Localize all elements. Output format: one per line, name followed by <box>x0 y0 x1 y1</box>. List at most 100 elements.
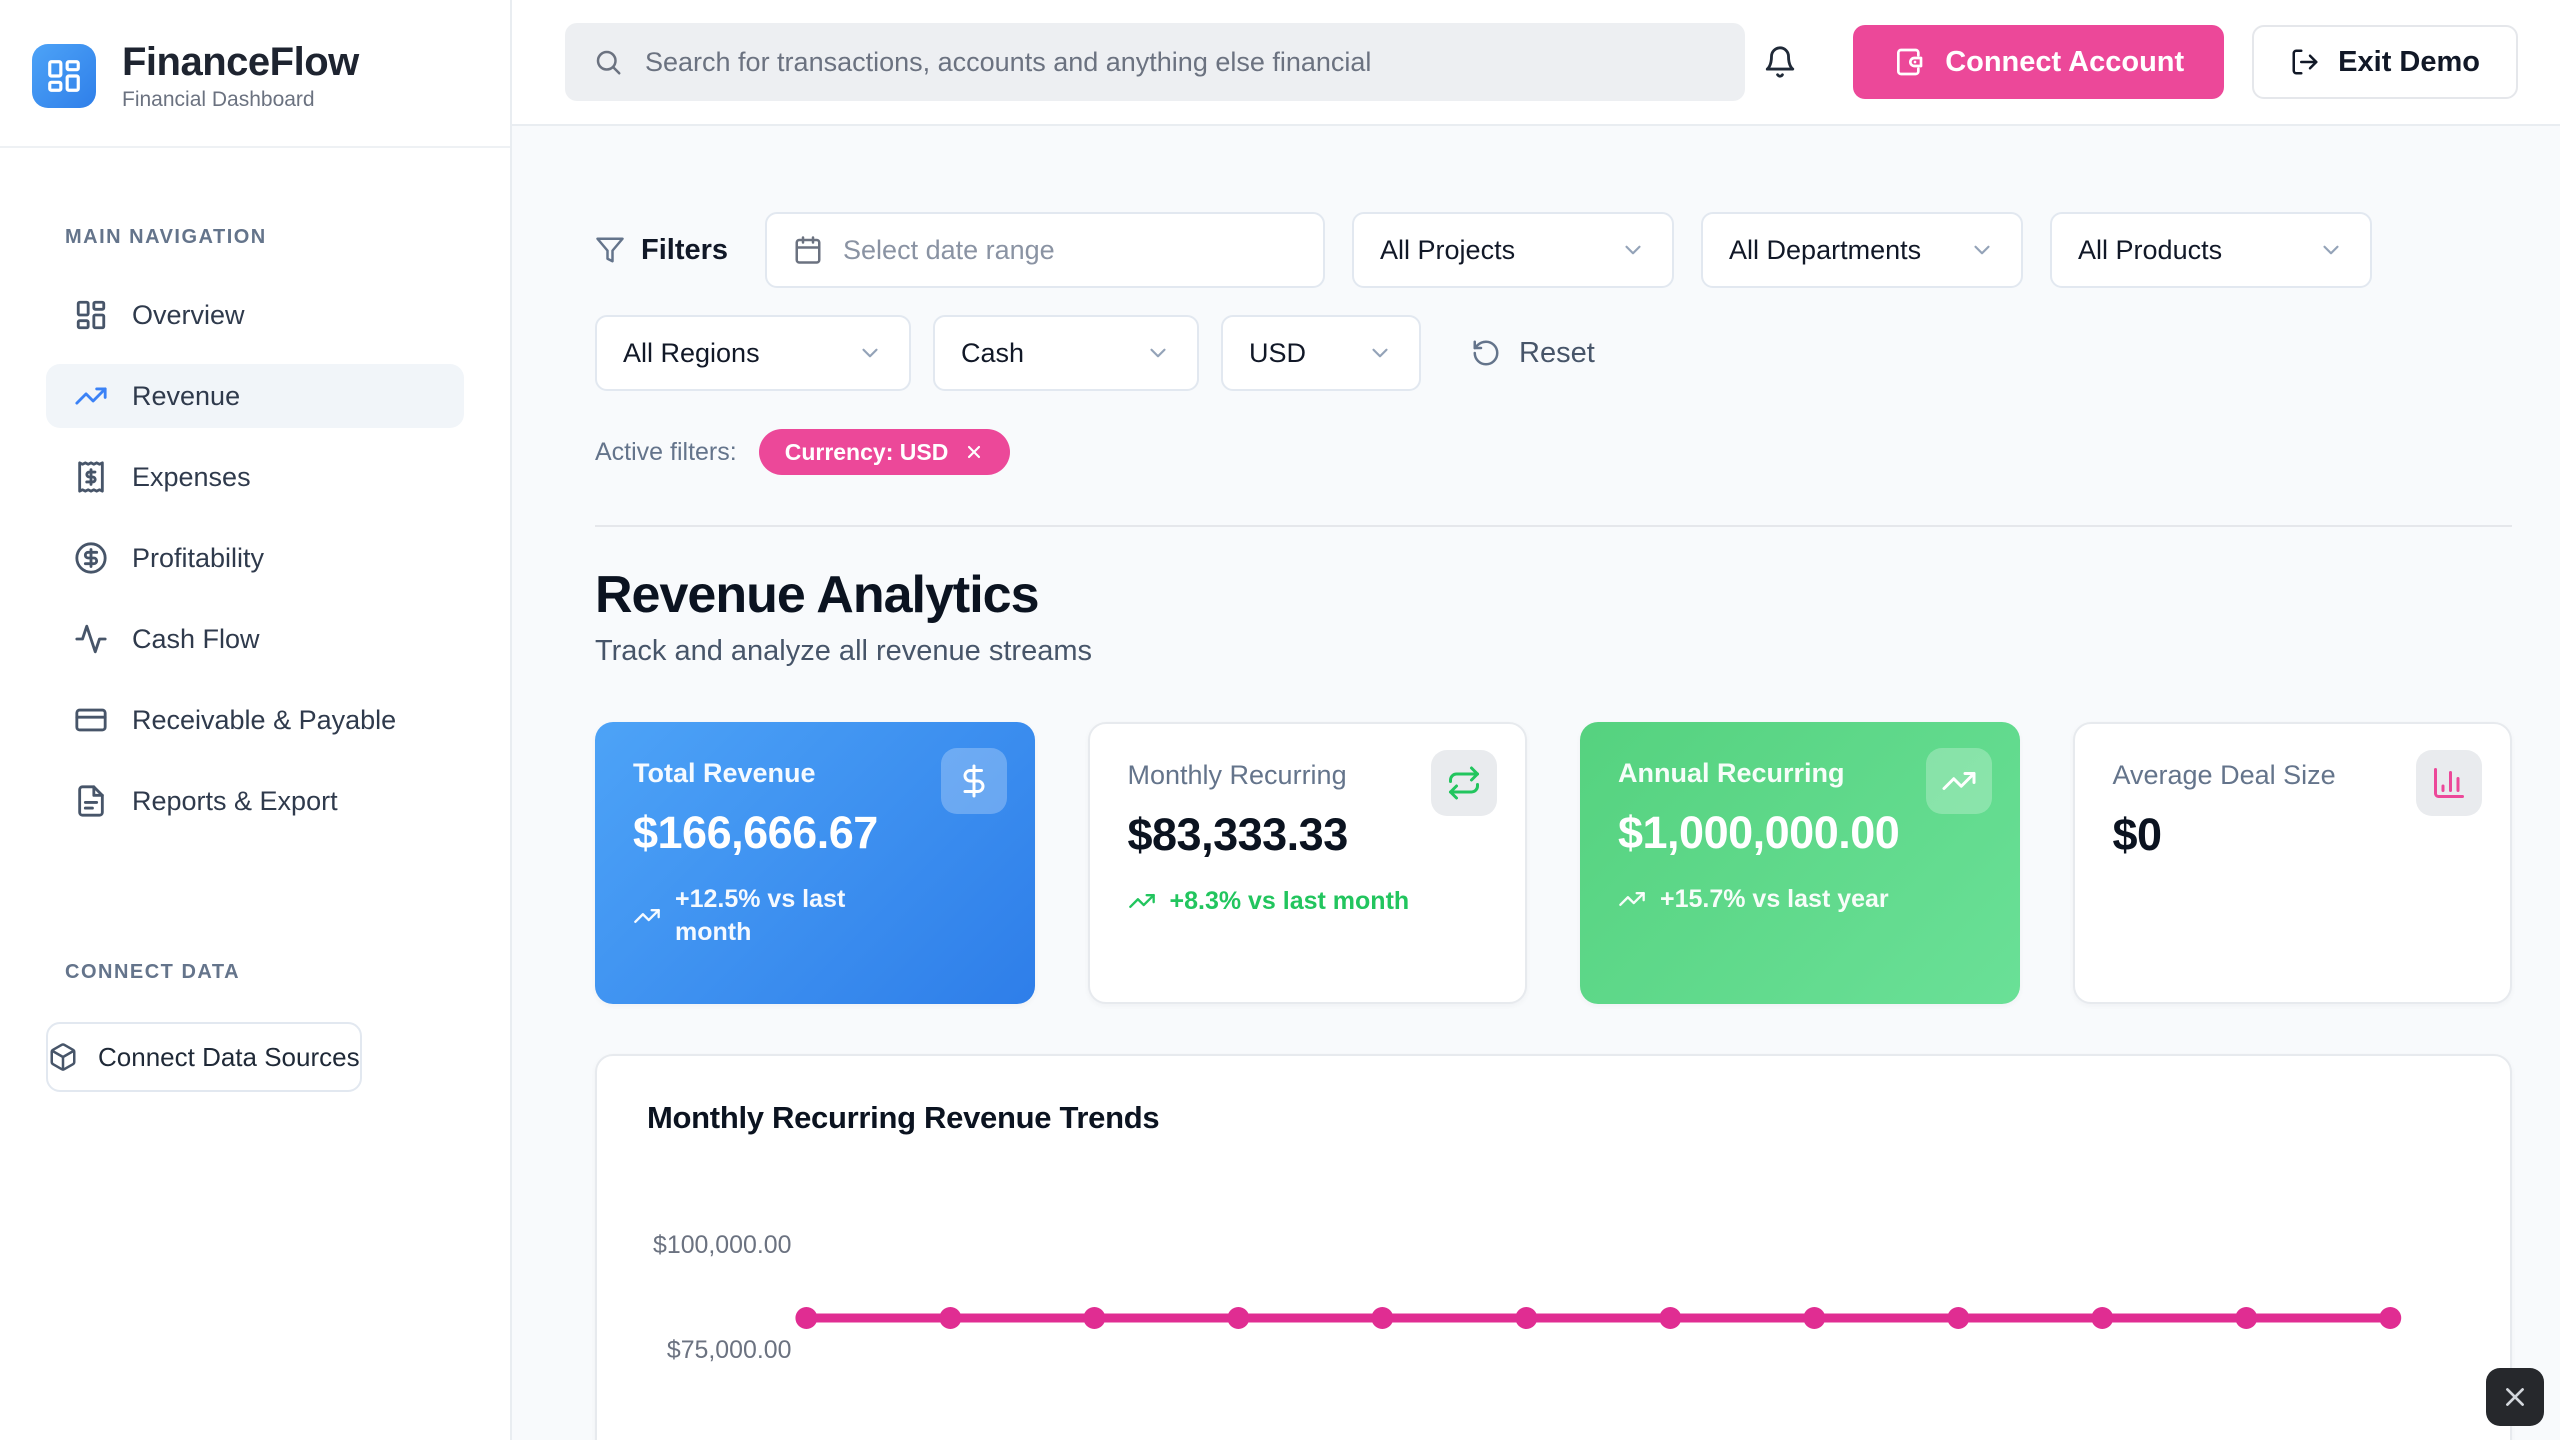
data-point[interactable] <box>1371 1307 1393 1329</box>
trending-up-icon <box>633 902 661 930</box>
exit-demo-button[interactable]: Exit Demo <box>2252 25 2518 99</box>
page-title: Revenue Analytics <box>595 565 2512 625</box>
sidebar-item-expenses[interactable]: Expenses <box>46 445 464 509</box>
sidebar-item-label: Expenses <box>132 462 251 493</box>
search-input[interactable] <box>645 47 1717 78</box>
projects-select-value: All Projects <box>1380 235 1515 266</box>
sidebar-item-label: Profitability <box>132 543 264 574</box>
accounting-basis-select[interactable]: Cash <box>933 315 1199 391</box>
sidebar-item-label: Overview <box>132 300 245 331</box>
sidebar-item-receivable-payable[interactable]: Receivable & Payable <box>46 688 464 752</box>
app-name: FinanceFlow <box>122 40 359 84</box>
reset-filters-button[interactable]: Reset <box>1471 337 1595 370</box>
connect-data-sources-button[interactable]: Connect Data Sources <box>46 1022 362 1092</box>
chart-series <box>795 1307 2401 1329</box>
stat-card-total-revenue[interactable]: Total Revenue $166,666.67 +12.5% vs last… <box>595 722 1035 1004</box>
filters-caption: Filters <box>595 234 728 267</box>
main-content: Filters Select date range All Projects A… <box>512 126 2560 1440</box>
dismiss-button[interactable] <box>2486 1368 2544 1426</box>
search-icon <box>593 47 623 77</box>
chevron-down-icon <box>1969 237 1995 263</box>
departments-select[interactable]: All Departments <box>1701 212 2023 288</box>
close-icon <box>2502 1384 2528 1410</box>
stat-card-delta: +8.3% vs last month <box>1128 885 1488 918</box>
chevron-down-icon <box>1145 340 1171 366</box>
data-point[interactable] <box>1947 1307 1969 1329</box>
receipt-icon <box>74 460 108 494</box>
data-point[interactable] <box>795 1307 817 1329</box>
dollar-icon <box>956 763 992 799</box>
logout-icon <box>2290 47 2320 77</box>
departments-select-value: All Departments <box>1729 235 1921 266</box>
sidebar-item-label: Cash Flow <box>132 624 260 655</box>
calendar-icon <box>793 235 823 265</box>
date-range-input[interactable]: Select date range <box>765 212 1325 288</box>
stat-card-icon-box <box>1926 748 1992 814</box>
global-search[interactable] <box>565 23 1745 101</box>
data-point[interactable] <box>1227 1307 1249 1329</box>
exit-demo-label: Exit Demo <box>2338 46 2480 79</box>
active-filters-row: Active filters: Currency: USD <box>595 429 2512 475</box>
data-point[interactable] <box>2091 1307 2113 1329</box>
trending-up-icon <box>1618 885 1646 913</box>
trending-up-icon <box>1941 763 1977 799</box>
notifications-button[interactable] <box>1763 45 1797 79</box>
chart-title: Monthly Recurring Revenue Trends <box>647 1100 2460 1136</box>
stat-cards-row: Total Revenue $166,666.67 +12.5% vs last… <box>595 722 2512 1004</box>
data-point[interactable] <box>2235 1307 2257 1329</box>
stat-card-label: Annual Recurring <box>1618 758 1888 789</box>
stat-card-annual-recurring[interactable]: Annual Recurring $1,000,000.00 +15.7% vs… <box>1580 722 2020 1004</box>
mrr-trends-chart-card: Monthly Recurring Revenue Trends $100,00… <box>595 1054 2512 1440</box>
main-navigation: Overview Revenue Expenses Profitability … <box>46 283 464 833</box>
chevron-down-icon <box>2318 237 2344 263</box>
close-icon[interactable] <box>964 442 984 462</box>
data-point[interactable] <box>1515 1307 1537 1329</box>
bar-chart-icon <box>2431 765 2467 801</box>
dashboard-icon <box>74 298 108 332</box>
products-select[interactable]: All Products <box>2050 212 2372 288</box>
data-point[interactable] <box>1083 1307 1105 1329</box>
sidebar-item-label: Receivable & Payable <box>132 705 396 736</box>
stat-card-delta-text: +8.3% vs last month <box>1170 885 1410 918</box>
projects-select[interactable]: All Projects <box>1352 212 1674 288</box>
stat-card-delta-text: +15.7% vs last year <box>1660 883 1889 916</box>
stat-card-value: $83,333.33 <box>1128 809 1488 861</box>
connect-data-sources-label: Connect Data Sources <box>98 1042 360 1073</box>
sidebar-item-label: Reports & Export <box>132 786 338 817</box>
stat-card-value: $1,000,000.00 <box>1618 807 1982 859</box>
stat-card-label: Monthly Recurring <box>1128 760 1398 791</box>
sidebar-item-overview[interactable]: Overview <box>46 283 464 347</box>
connect-data-section-label: CONNECT DATA <box>65 961 510 984</box>
repeat-icon <box>1446 765 1482 801</box>
app-logo-block: FinanceFlow Financial Dashboard <box>0 0 510 148</box>
trending-up-icon <box>1128 887 1156 915</box>
sidebar-item-reports-export[interactable]: Reports & Export <box>46 769 464 833</box>
data-point[interactable] <box>2379 1307 2401 1329</box>
stat-card-delta: +12.5% vs last month <box>633 883 997 948</box>
line-chart-svg: $100,000.00 $75,000.00 $50,000.00 <box>647 1180 2460 1440</box>
regions-select-value: All Regions <box>623 338 760 369</box>
data-point[interactable] <box>1803 1307 1825 1329</box>
active-filter-chip-currency[interactable]: Currency: USD <box>759 429 1011 475</box>
reset-label: Reset <box>1519 337 1595 370</box>
stat-card-monthly-recurring[interactable]: Monthly Recurring $83,333.33 +8.3% vs la… <box>1088 722 1528 1004</box>
nav-section-label: MAIN NAVIGATION <box>65 226 510 249</box>
connect-account-button[interactable]: Connect Account <box>1853 25 2224 99</box>
mrr-line-chart[interactable]: $100,000.00 $75,000.00 $50,000.00 <box>647 1180 2460 1440</box>
sidebar-item-cash-flow[interactable]: Cash Flow <box>46 607 464 671</box>
currency-select[interactable]: USD <box>1221 315 1421 391</box>
activity-icon <box>74 622 108 656</box>
stat-card-value: $0 <box>2113 809 2473 861</box>
data-point[interactable] <box>939 1307 961 1329</box>
filters-row-1: Filters Select date range All Projects A… <box>595 212 2512 288</box>
regions-select[interactable]: All Regions <box>595 315 911 391</box>
app-tagline: Financial Dashboard <box>122 88 359 112</box>
filters-row-2: All Regions Cash USD Reset <box>595 315 2512 391</box>
chevron-down-icon <box>857 340 883 366</box>
data-point[interactable] <box>1659 1307 1681 1329</box>
stat-card-average-deal-size[interactable]: Average Deal Size $0 <box>2073 722 2513 1004</box>
page-subtitle: Track and analyze all revenue streams <box>595 635 2512 668</box>
rotate-ccw-icon <box>1471 338 1501 368</box>
sidebar-item-profitability[interactable]: Profitability <box>46 526 464 590</box>
sidebar-item-revenue[interactable]: Revenue <box>46 364 464 428</box>
